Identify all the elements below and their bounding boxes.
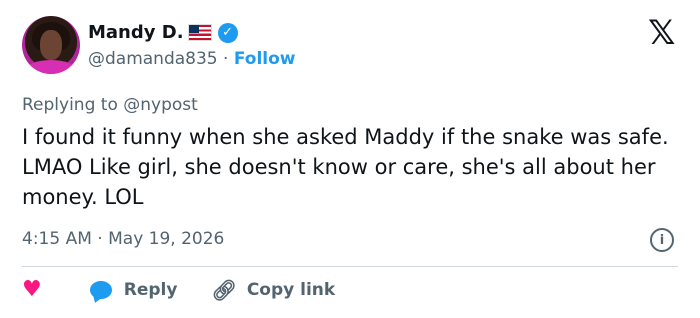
tweet-date[interactable]: May 19, 2026 bbox=[108, 229, 224, 249]
link-icon[interactable]: 🔗︎ bbox=[211, 278, 236, 302]
reply-button[interactable]: Reply bbox=[124, 280, 178, 300]
author-handle-row: @damanda835 · Follow bbox=[88, 49, 296, 69]
info-icon[interactable]: i bbox=[650, 228, 674, 252]
copy-link-button[interactable]: Copy link bbox=[247, 280, 335, 300]
replying-to: Replying to @nypost bbox=[22, 95, 198, 115]
tweet-time[interactable]: 4:15 AM bbox=[22, 229, 92, 249]
avatar[interactable] bbox=[22, 16, 80, 74]
avatar-shirt bbox=[26, 60, 76, 74]
replying-target[interactable]: @nypost bbox=[123, 95, 198, 115]
follow-button[interactable]: Follow bbox=[234, 49, 296, 69]
author-name-row[interactable]: Mandy D. ✓ bbox=[88, 22, 238, 43]
verified-badge-icon: ✓ bbox=[217, 22, 238, 43]
x-logo-icon[interactable]: 𝕏 bbox=[648, 16, 675, 50]
divider bbox=[22, 266, 678, 267]
author-handle[interactable]: @damanda835 bbox=[88, 49, 218, 69]
heart-icon[interactable]: ♥ bbox=[22, 279, 42, 301]
action-bar: ♥ Reply 🔗︎ Copy link bbox=[22, 278, 335, 302]
reply-bubble-icon[interactable] bbox=[89, 281, 112, 299]
tweet-text: I found it funny when she asked Maddy if… bbox=[22, 125, 669, 209]
meta-separator: · bbox=[97, 229, 103, 249]
avatar-face bbox=[40, 30, 62, 60]
us-flag-icon bbox=[187, 24, 212, 41]
handle-separator: · bbox=[223, 49, 229, 69]
tweet-timestamp[interactable]: 4:15 AM · May 19, 2026 bbox=[22, 229, 224, 249]
author-name[interactable]: Mandy D. bbox=[88, 22, 184, 43]
replying-prefix: Replying to bbox=[22, 95, 118, 115]
